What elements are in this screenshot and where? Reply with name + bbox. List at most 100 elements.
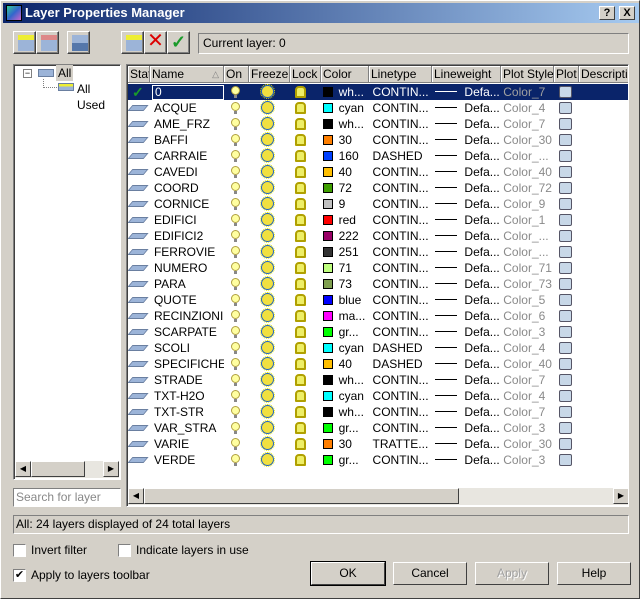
cancel-button[interactable]: Cancel: [393, 562, 467, 585]
ok-button[interactable]: OK: [310, 561, 386, 586]
on-toggle[interactable]: [224, 388, 249, 404]
lock-toggle[interactable]: [290, 84, 321, 100]
layer-row[interactable]: TXT-STR wh... CONTIN... Defa... Color_7: [128, 404, 628, 420]
layer-row[interactable]: VARIE 30 TRATTE... Defa... Color_30: [128, 436, 628, 452]
color-cell[interactable]: 251: [321, 244, 369, 260]
list-horizontal-scrollbar[interactable]: ◀ ▶: [128, 488, 628, 505]
color-cell[interactable]: wh...: [321, 404, 369, 420]
description-cell[interactable]: [578, 180, 628, 196]
color-cell[interactable]: 40: [321, 164, 369, 180]
linetype-cell[interactable]: CONTIN...: [369, 196, 432, 212]
layer-row[interactable]: CARRAIE 160 DASHED Defa... Color_...: [128, 148, 628, 164]
linetype-cell[interactable]: CONTIN...: [369, 180, 432, 196]
freeze-toggle[interactable]: [249, 244, 290, 260]
on-toggle[interactable]: [224, 148, 249, 164]
column-header-color[interactable]: Color: [321, 66, 369, 83]
lock-toggle[interactable]: [290, 436, 321, 452]
lock-toggle[interactable]: [290, 372, 321, 388]
on-toggle[interactable]: [224, 180, 249, 196]
color-cell[interactable]: gr...: [321, 420, 369, 436]
freeze-toggle[interactable]: [249, 292, 290, 308]
freeze-toggle[interactable]: [249, 340, 290, 356]
linetype-cell[interactable]: CONTIN...: [369, 452, 432, 468]
freeze-toggle[interactable]: [249, 196, 290, 212]
layer-name[interactable]: CARRAIE: [150, 148, 224, 164]
plot-toggle[interactable]: [553, 324, 578, 340]
freeze-toggle[interactable]: [249, 388, 290, 404]
plot-style-cell[interactable]: Color_...: [500, 228, 553, 244]
layer-row[interactable]: COORD 72 CONTIN... Defa... Color_72: [128, 180, 628, 196]
lineweight-cell[interactable]: Defa...: [431, 324, 500, 340]
description-cell[interactable]: [578, 228, 628, 244]
linetype-cell[interactable]: CONTIN...: [369, 308, 432, 324]
plot-style-cell[interactable]: Color_30: [500, 132, 553, 148]
plot-style-cell[interactable]: Color_...: [500, 148, 553, 164]
freeze-toggle[interactable]: [249, 372, 290, 388]
plot-toggle[interactable]: [553, 228, 578, 244]
layer-row[interactable]: NUMERO 71 CONTIN... Defa... Color_71: [128, 260, 628, 276]
layer-row[interactable]: SPECIFICHE 40 DASHED Defa... Color_40: [128, 356, 628, 372]
color-cell[interactable]: 30: [321, 436, 369, 452]
layer-row[interactable]: EDIFICI2 222 CONTIN... Defa... Color_...: [128, 228, 628, 244]
layer-name[interactable]: QUOTE: [150, 292, 224, 308]
freeze-toggle[interactable]: [249, 420, 290, 436]
layer-name[interactable]: AME_FRZ: [150, 116, 224, 132]
freeze-toggle[interactable]: [249, 212, 290, 228]
layer-name[interactable]: SPECIFICHE: [150, 356, 224, 372]
help-button[interactable]: Help: [557, 562, 631, 585]
lock-toggle[interactable]: [290, 212, 321, 228]
layer-name[interactable]: CAVEDI: [150, 164, 224, 180]
color-cell[interactable]: wh...: [321, 372, 369, 388]
color-cell[interactable]: 222: [321, 228, 369, 244]
description-cell[interactable]: [578, 116, 628, 132]
layer-name[interactable]: RECINZIONI: [150, 308, 224, 324]
lineweight-cell[interactable]: Defa...: [431, 404, 500, 420]
apply-button[interactable]: Apply: [475, 562, 549, 585]
plot-style-cell[interactable]: Color_7: [500, 372, 553, 388]
layer-name[interactable]: VAR_STRA: [150, 420, 224, 436]
plot-toggle[interactable]: [553, 276, 578, 292]
plot-toggle[interactable]: [553, 388, 578, 404]
description-cell[interactable]: [578, 372, 628, 388]
layer-name[interactable]: CORNICE: [150, 196, 224, 212]
layer-states-manager-button[interactable]: [67, 31, 90, 54]
lineweight-cell[interactable]: Defa...: [431, 308, 500, 324]
layer-name[interactable]: EDIFICI: [150, 212, 224, 228]
linetype-cell[interactable]: CONTIN...: [369, 292, 432, 308]
plot-toggle[interactable]: [553, 292, 578, 308]
plot-toggle[interactable]: [553, 260, 578, 276]
layer-name[interactable]: STRADE: [150, 372, 224, 388]
layer-row[interactable]: PARA 73 CONTIN... Defa... Color_73: [128, 276, 628, 292]
lineweight-cell[interactable]: Defa...: [431, 276, 500, 292]
tree-item-all[interactable]: All: [56, 65, 74, 81]
plot-toggle[interactable]: [553, 420, 578, 436]
layer-row[interactable]: ✓ 0 wh... CONTIN... Defa... Color_7: [128, 84, 628, 100]
on-toggle[interactable]: [224, 308, 249, 324]
description-cell[interactable]: [578, 308, 628, 324]
column-header-on[interactable]: On: [224, 66, 249, 83]
plot-style-cell[interactable]: Color_30: [500, 436, 553, 452]
plot-toggle[interactable]: [553, 196, 578, 212]
freeze-toggle[interactable]: [249, 228, 290, 244]
lineweight-cell[interactable]: Defa...: [431, 260, 500, 276]
linetype-cell[interactable]: CONTIN...: [369, 212, 432, 228]
plot-style-cell[interactable]: Color_...: [500, 244, 553, 260]
on-toggle[interactable]: [224, 164, 249, 180]
close-button[interactable]: X: [619, 6, 635, 20]
layer-row[interactable]: AME_FRZ wh... CONTIN... Defa... Color_7: [128, 116, 628, 132]
layer-row[interactable]: VERDE gr... CONTIN... Defa... Color_3: [128, 452, 628, 468]
layer-name[interactable]: SCOLI: [150, 340, 224, 356]
plot-style-cell[interactable]: Color_40: [500, 164, 553, 180]
lock-toggle[interactable]: [290, 260, 321, 276]
linetype-cell[interactable]: DASHED: [369, 148, 432, 164]
plot-style-cell[interactable]: Color_73: [500, 276, 553, 292]
layer-row[interactable]: CAVEDI 40 CONTIN... Defa... Color_40: [128, 164, 628, 180]
indicate-layers-in-use-checkbox[interactable]: Indicate layers in use: [118, 544, 249, 558]
color-cell[interactable]: wh...: [321, 116, 369, 132]
on-toggle[interactable]: [224, 292, 249, 308]
freeze-toggle[interactable]: [249, 180, 290, 196]
lock-toggle[interactable]: [290, 292, 321, 308]
description-cell[interactable]: [578, 388, 628, 404]
plot-style-cell[interactable]: Color_3: [500, 420, 553, 436]
lock-toggle[interactable]: [290, 148, 321, 164]
